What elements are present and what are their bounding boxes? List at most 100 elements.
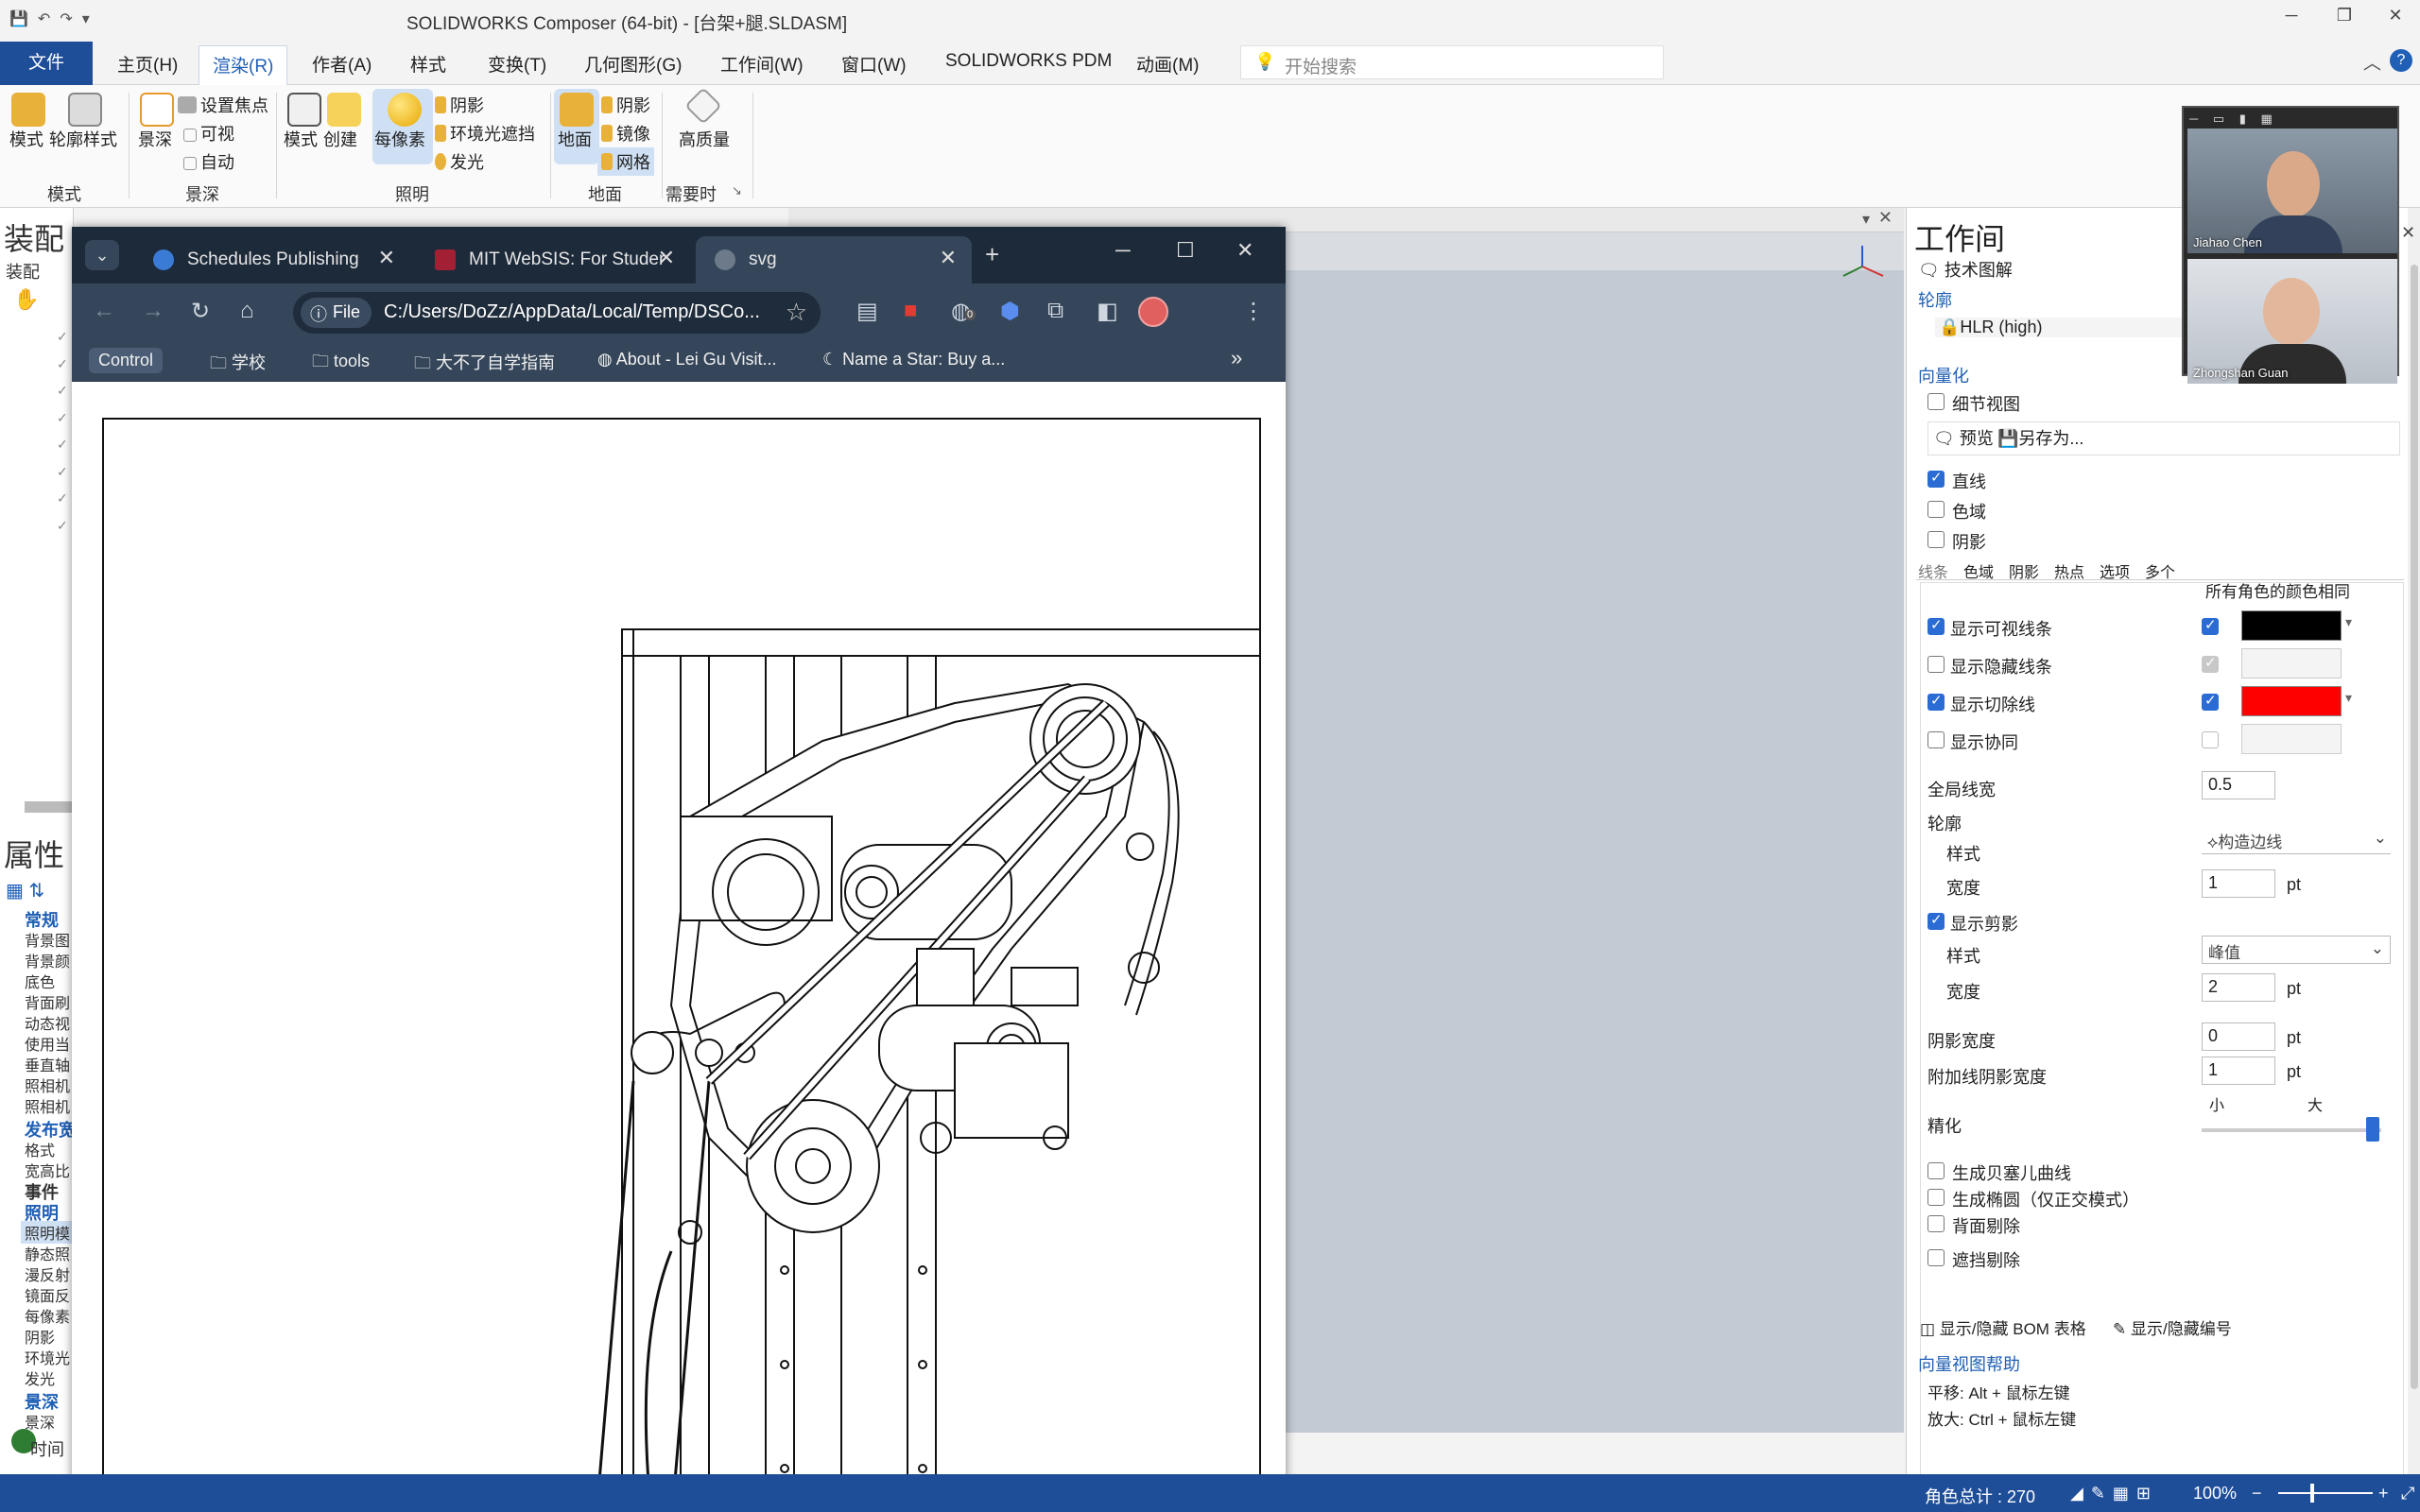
per-pixel-sphere-icon[interactable] (388, 93, 422, 127)
depth-of-field-icon[interactable] (140, 93, 174, 127)
toggle-bom-button[interactable]: ◫ 显示/隐藏 BOM 表格 (1920, 1315, 2086, 1339)
visible-lines-color-swatch[interactable] (2241, 610, 2342, 641)
prop-item[interactable]: 格式 (25, 1138, 55, 1160)
set-focus-button[interactable]: 设置焦点 (178, 93, 268, 117)
bookmark-folder[interactable]: 🗀 大不了自学指南 (414, 350, 555, 380)
view-mode-icons[interactable]: ◢✎▦⊞ (2070, 1484, 2158, 1503)
cut-lines-color-swatch[interactable] (2241, 686, 2342, 716)
color-dropdown-arrow[interactable]: ▾ (2345, 690, 2352, 706)
more-bookmarks-icon[interactable]: » (1231, 346, 1242, 370)
prop-item[interactable]: 背景图 (25, 928, 70, 951)
subtab-hotspots[interactable]: 热点 (2054, 559, 2084, 582)
pdf-extension-icon[interactable]: ■ (904, 298, 918, 324)
ground-icon[interactable] (560, 93, 594, 127)
minimize-button[interactable]: ─ (2273, 6, 2310, 26)
hidden-lines-color-swatch[interactable] (2241, 648, 2342, 679)
clip-width-input[interactable]: 2 (2202, 973, 2275, 1002)
prop-item[interactable]: 环境光 (25, 1346, 70, 1368)
tab-home[interactable]: 主页(H) (117, 51, 178, 77)
zoom-slider-thumb[interactable] (2310, 1484, 2314, 1503)
bookmark-folder[interactable]: 🗀 学校 (210, 350, 266, 380)
outline-style-button[interactable]: 轮廓样式 (49, 127, 117, 151)
help-icon[interactable]: ? (2390, 49, 2412, 72)
forward-icon[interactable]: → (142, 298, 164, 324)
prop-item[interactable]: 漫反射 (25, 1263, 70, 1285)
tab-transform[interactable]: 变换(T) (488, 51, 546, 77)
bookmark-link[interactable]: ☾ Name a Star: Buy a... (822, 350, 1005, 369)
show-clip-shadow-checkbox[interactable] (1927, 911, 1945, 930)
subtab-color-areas[interactable]: 色域 (1963, 559, 1994, 582)
prop-item[interactable]: 镜面反 (25, 1283, 70, 1306)
tab-animation[interactable]: 动画(M) (1136, 51, 1199, 77)
outline-width-input[interactable]: 1 (2202, 869, 2275, 898)
tab-render[interactable]: 渲染(R) (199, 45, 288, 87)
browser-close-button[interactable]: ✕ (1236, 238, 1253, 263)
workspace-scrollbar[interactable] (2408, 208, 2420, 1474)
restore-button[interactable]: ❐ (2325, 6, 2363, 26)
viewport-close-icon[interactable]: ✕ (1878, 208, 1893, 228)
subtab-lines[interactable]: 线条 (1918, 559, 1948, 582)
color-dropdown-arrow[interactable]: ▾ (2345, 614, 2352, 630)
ground-shadow-button[interactable]: 阴影 (601, 93, 650, 117)
prop-item[interactable]: 静态照 (25, 1242, 70, 1264)
high-quality-diamond-icon[interactable] (684, 87, 722, 125)
viewport-dropdown-icon[interactable]: ▾ (1862, 210, 1870, 229)
detail-view-checkbox[interactable] (1927, 393, 1945, 410)
zoom-in-icon[interactable]: + (2378, 1484, 2389, 1503)
close-tab-icon[interactable]: ✕ (940, 246, 957, 270)
refine-slider-track[interactable] (2202, 1128, 2381, 1132)
global-line-width-input[interactable]: 0.5 (2202, 771, 2275, 799)
browser-tab[interactable]: Schedules Publishing ✕ (134, 236, 410, 284)
bookmark-star-icon[interactable]: ☆ (786, 298, 807, 327)
file-chip[interactable]: File (301, 298, 372, 328)
prop-item[interactable]: 每像素 (25, 1304, 70, 1327)
assembly-tab[interactable]: 装配 (6, 259, 40, 284)
subtab-options[interactable]: 选项 (2100, 559, 2130, 582)
prop-item[interactable]: 照相机 (25, 1074, 70, 1096)
light-create-button[interactable]: 创建 (323, 127, 357, 151)
prop-item[interactable]: 发光 (25, 1366, 55, 1389)
sidebar-icon[interactable]: ◧ (1097, 298, 1118, 325)
coincident-color-checkbox[interactable] (2202, 731, 2219, 748)
prop-item-selected[interactable]: 照明模 (21, 1221, 75, 1244)
glow-button[interactable]: 发光 (435, 149, 484, 174)
reload-icon[interactable]: ↻ (191, 298, 210, 325)
auto-toggle[interactable]: 自动 (183, 149, 234, 174)
toggle-numbers-button[interactable]: ✎ 显示/隐藏编号 (2113, 1315, 2232, 1339)
hidden-lines-color-checkbox[interactable] (2202, 654, 2219, 673)
prop-item[interactable]: 底色 (25, 970, 55, 992)
horizontal-scrollbar[interactable] (25, 801, 74, 813)
coincident-color-swatch[interactable] (2241, 724, 2342, 754)
visible-toggle[interactable]: 可视 (183, 121, 234, 146)
shadow-button[interactable]: 阴影 (435, 93, 484, 117)
prop-item[interactable]: 宽高比 (25, 1159, 70, 1181)
browser-minimize-button[interactable]: ─ (1115, 238, 1131, 263)
shield-extension-icon[interactable]: ⬢ (1000, 298, 1020, 325)
tab-geometry[interactable]: 几何图形(G) (584, 51, 682, 77)
depth-button[interactable]: 景深 (138, 127, 172, 151)
video-call-overlay[interactable]: ─ ▭ ▮ ▦ Jiahao Chen Zhongshan Guan (2182, 106, 2399, 384)
show-coincident-checkbox[interactable] (1927, 731, 1945, 748)
tree-checkmarks[interactable]: ✓ ✓ ✓ ✓ ✓ ✓ ✓ ✓ (57, 323, 68, 539)
new-tab-button[interactable]: + (985, 240, 999, 269)
color-areas-checkbox[interactable] (1927, 501, 1945, 518)
subtab-multiple[interactable]: 多个 (2145, 559, 2175, 582)
shadow-checkbox[interactable] (1927, 531, 1945, 548)
puzzle-icon[interactable]: ⧉ (1047, 298, 1063, 324)
browser-tab[interactable]: MIT WebSIS: For Studer ✕ (416, 236, 690, 284)
tab-search-icon[interactable]: ⌄ (85, 240, 119, 270)
show-visible-lines-checkbox[interactable] (1927, 616, 1945, 635)
outline-style-icon[interactable] (68, 93, 102, 127)
tab-workshops[interactable]: 工作间(W) (720, 51, 804, 77)
ambient-occlusion-button[interactable]: 环境光遮挡 (435, 121, 535, 146)
refine-slider-thumb[interactable] (2365, 1117, 2379, 1142)
scrollbar-thumb[interactable] (2411, 265, 2418, 1389)
subtab-shadow[interactable]: 阴影 (2009, 559, 2039, 582)
show-cut-lines-checkbox[interactable] (1927, 692, 1945, 711)
high-quality-button[interactable]: 高质量 (679, 127, 730, 151)
browser-maximize-button[interactable]: ☐ (1176, 238, 1195, 263)
prop-item[interactable]: 背景颜 (25, 949, 70, 971)
axis-triad-icon[interactable] (1840, 244, 1885, 289)
back-icon[interactable]: ← (93, 298, 115, 324)
search-box[interactable]: 💡 开始搜索 (1240, 45, 1664, 79)
